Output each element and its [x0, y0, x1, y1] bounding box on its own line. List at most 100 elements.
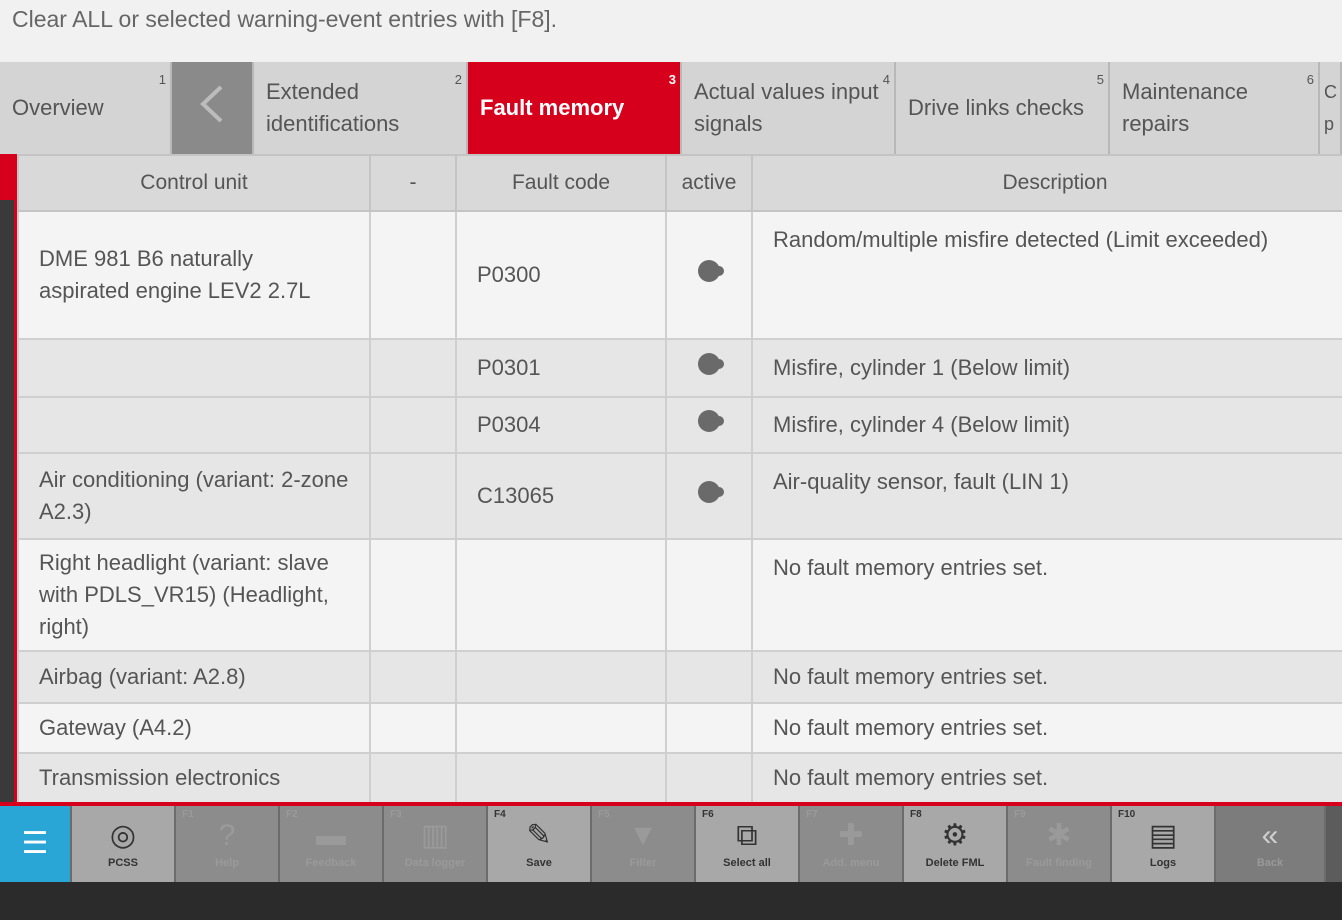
- cell-fault-code: P0301: [455, 338, 667, 398]
- cell-active: [665, 210, 753, 340]
- cell-fault-code: P0304: [455, 396, 667, 454]
- delete-fml-button[interactable]: F8 ⚙ Delete FML: [904, 806, 1008, 882]
- cell-fault-code: [455, 650, 667, 704]
- cell-control-unit: Air conditioning (variant: 2-zone A2.3): [17, 452, 371, 540]
- tab-actual-values[interactable]: Actual values input signals 4: [682, 62, 896, 154]
- cell-active: [665, 452, 753, 540]
- tab-number: 1: [158, 72, 166, 87]
- help-button[interactable]: F1 ? Help: [176, 806, 280, 882]
- tab-label: Maintenance repairs: [1122, 79, 1248, 136]
- tab-cut-off[interactable]: C p: [1320, 62, 1342, 154]
- data-logger-button[interactable]: F3 ▥ Data logger: [384, 806, 488, 882]
- collapse-button[interactable]: « Back: [1216, 806, 1326, 882]
- tab-number: 6: [1306, 72, 1314, 87]
- cell-dash: [369, 538, 457, 652]
- function-toolbar: ☰ ◎ PCSS F1 ? Help F2 ▬ Feedback F3 ▥ Da…: [0, 802, 1342, 882]
- cell-dash: [369, 396, 457, 454]
- column-header-description[interactable]: Description: [751, 154, 1342, 212]
- active-status-icon: [698, 353, 724, 375]
- cell-description: No fault memory entries set.: [751, 752, 1342, 802]
- tab-maintenance-repairs[interactable]: Maintenance repairs 6: [1110, 62, 1320, 154]
- cell-description: Misfire, cylinder 4 (Below limit): [751, 396, 1342, 454]
- cell-active: [665, 752, 753, 802]
- table-row[interactable]: Right headlight (variant: slave with PDL…: [17, 538, 1342, 652]
- fault-table-container[interactable]: Control unit - Fault code active Descrip…: [14, 154, 1342, 802]
- cell-fault-code: [455, 538, 667, 652]
- tab-label: Extended identifications: [266, 79, 400, 136]
- save-icon: ✎: [526, 819, 552, 852]
- fault-finding-button[interactable]: F9 ✱ Fault finding: [1008, 806, 1112, 882]
- table-row[interactable]: Air conditioning (variant: 2-zone A2.3) …: [17, 452, 1342, 540]
- filter-icon: ▼: [628, 819, 658, 852]
- tab-back-button[interactable]: [172, 62, 254, 154]
- cell-description: Random/multiple misfire detected (Limit …: [751, 210, 1342, 340]
- fault-finding-icon: ✱: [1046, 819, 1072, 852]
- table-row[interactable]: P0301 Misfire, cylinder 1 (Below limit): [17, 338, 1342, 398]
- tab-overview[interactable]: Overview 1: [0, 62, 172, 154]
- column-header-control-unit[interactable]: Control unit: [17, 154, 371, 212]
- cell-fault-code: [455, 702, 667, 754]
- table-row[interactable]: DME 981 B6 naturally aspirated engine LE…: [17, 210, 1342, 340]
- cell-description: No fault memory entries set.: [751, 702, 1342, 754]
- tab-number: 4: [882, 72, 890, 87]
- tab-label: Overview: [12, 95, 104, 120]
- column-header-dash[interactable]: -: [369, 154, 457, 212]
- cell-active: [665, 338, 753, 398]
- cell-active: [665, 396, 753, 454]
- tab-number: 2: [454, 72, 462, 87]
- tab-fault-memory[interactable]: Fault memory 3: [468, 62, 682, 154]
- table-row[interactable]: Gateway (A4.2) No fault memory entries s…: [17, 702, 1342, 754]
- select-all-icon: ⧉: [736, 819, 758, 852]
- tab-label: Fault memory: [480, 95, 625, 120]
- cell-control-unit: Airbag (variant: A2.8): [17, 650, 371, 704]
- cell-control-unit: [17, 338, 371, 398]
- tab-extended-identifications[interactable]: Extended identifications 2: [254, 62, 468, 154]
- menu-icon: ☰: [21, 827, 49, 860]
- menu-button[interactable]: ☰: [0, 806, 72, 882]
- tab-number: 3: [668, 72, 676, 87]
- tab-bar: Overview 1 Extended identifications 2 Fa…: [0, 62, 1342, 154]
- active-status-icon: [698, 260, 724, 282]
- tab-label: C p: [1324, 82, 1337, 134]
- table-row[interactable]: P0304 Misfire, cylinder 4 (Below limit): [17, 396, 1342, 454]
- tab-drive-links[interactable]: Drive links checks 5: [896, 62, 1110, 154]
- pcss-button[interactable]: ◎ PCSS: [72, 806, 176, 882]
- cell-control-unit: Gateway (A4.2): [17, 702, 371, 754]
- column-header-fault-code[interactable]: Fault code: [455, 154, 667, 212]
- cell-dash: [369, 752, 457, 802]
- logs-button[interactable]: F10 ▤ Logs: [1112, 806, 1216, 882]
- table-row[interactable]: Airbag (variant: A2.8) No fault memory e…: [17, 650, 1342, 704]
- cell-dash: [369, 702, 457, 754]
- table-header-row: Control unit - Fault code active Descrip…: [17, 154, 1342, 212]
- instruction-hint: Clear ALL or selected warning-event entr…: [0, 0, 1342, 62]
- left-sidebar: [0, 154, 14, 802]
- fault-memory-table: Control unit - Fault code active Descrip…: [17, 154, 1342, 802]
- cell-control-unit: [17, 396, 371, 454]
- column-header-active[interactable]: active: [665, 154, 753, 212]
- cell-control-unit: DME 981 B6 naturally aspirated engine LE…: [17, 210, 371, 340]
- cell-description: Air-quality sensor, fault (LIN 1): [751, 452, 1342, 540]
- filter-button[interactable]: F5 ▼ Filter: [592, 806, 696, 882]
- cell-active: [665, 538, 753, 652]
- cell-description: No fault memory entries set.: [751, 650, 1342, 704]
- collapse-icon: «: [1261, 819, 1279, 852]
- active-status-icon: [698, 410, 724, 432]
- pcss-icon: ◎: [109, 819, 137, 852]
- cell-active: [665, 650, 753, 704]
- feedback-button[interactable]: F2 ▬ Feedback: [280, 806, 384, 882]
- add-menu-button[interactable]: F7 ✚ Add. menu: [800, 806, 904, 882]
- help-icon: ?: [218, 819, 236, 852]
- table-row[interactable]: Transmission electronics No fault memory…: [17, 752, 1342, 802]
- save-button[interactable]: F4 ✎ Save: [488, 806, 592, 882]
- cell-description: No fault memory entries set.: [751, 538, 1342, 652]
- cell-dash: [369, 210, 457, 340]
- select-all-button[interactable]: F6 ⧉ Select all: [696, 806, 800, 882]
- tab-number: 5: [1096, 72, 1104, 87]
- cell-dash: [369, 650, 457, 704]
- cell-dash: [369, 452, 457, 540]
- cell-fault-code: [455, 752, 667, 802]
- cell-control-unit: Right headlight (variant: slave with PDL…: [17, 538, 371, 652]
- tab-label: Actual values input signals: [694, 79, 879, 136]
- cell-active: [665, 702, 753, 754]
- add-menu-icon: ✚: [838, 819, 864, 852]
